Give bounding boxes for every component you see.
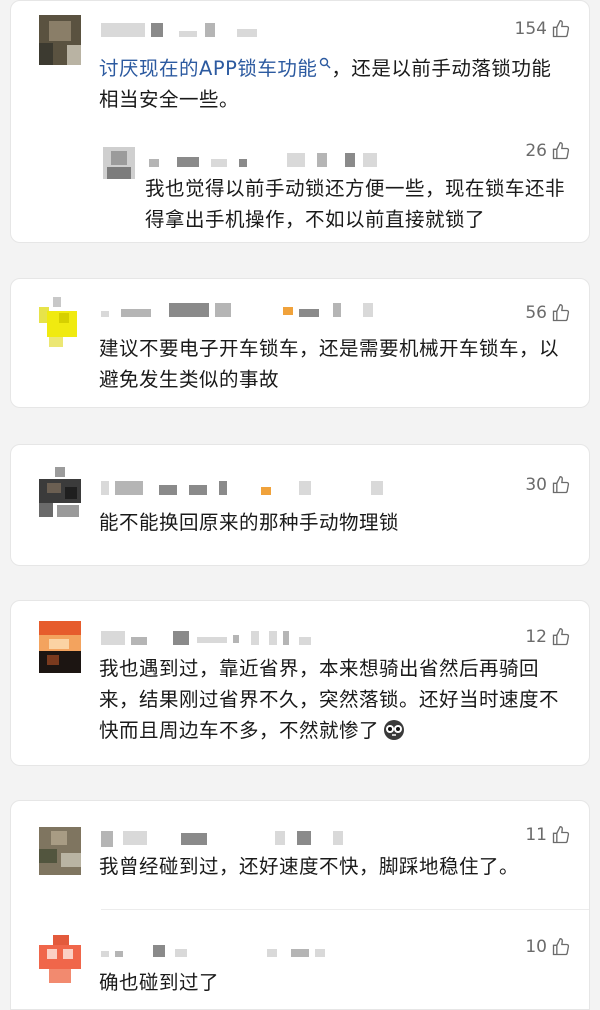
thumbs-up-icon — [552, 141, 570, 160]
like-button[interactable]: 10 — [525, 937, 571, 957]
like-button[interactable]: 12 — [525, 627, 571, 647]
avatar[interactable] — [39, 827, 81, 875]
like-count: 154 — [514, 19, 547, 39]
like-button[interactable]: 26 — [525, 141, 571, 161]
comment-card: 30 能不能换回原来的那种手动物理锁 — [10, 444, 590, 566]
comment-text: 我也遇到过，靠近省界，本来想骑出省然后再骑回来，结果刚过省界不久，突然落锁。还好… — [99, 657, 560, 742]
avatar[interactable] — [39, 15, 81, 65]
divider — [101, 909, 589, 910]
owl-face-emoji — [384, 720, 405, 740]
comment-text: 讨厌现在的APP锁车功能 ，还是以前手动落锁功能相当安全一些。 — [99, 57, 552, 111]
thumbs-up-icon — [552, 825, 570, 844]
like-count: 11 — [525, 825, 547, 845]
comment-text: 建议不要电子开车锁车，还是需要机械开车锁车，以避免发生类似的事故 — [99, 337, 560, 391]
comment-text: 能不能换回原来的那种手动物理锁 — [99, 511, 400, 534]
reply-text: 确也碰到过了 — [99, 971, 220, 994]
like-count: 12 — [525, 627, 547, 647]
avatar[interactable] — [39, 621, 81, 673]
like-count: 10 — [525, 937, 547, 957]
avatar[interactable] — [103, 147, 135, 179]
avatar[interactable] — [39, 935, 81, 985]
like-button[interactable]: 11 — [525, 825, 571, 845]
comment-text: 我曾经碰到过，还好速度不快，脚踩地稳住了。 — [99, 855, 520, 878]
thumbs-up-icon — [552, 627, 570, 646]
username-blurred[interactable] — [101, 831, 401, 847]
comment-card: 11 我曾经碰到过，还好速度不快，脚踩地稳住了。 10 确也碰到过了 — [10, 800, 590, 1010]
thumbs-up-icon — [552, 19, 570, 38]
like-count: 26 — [525, 141, 547, 161]
username-blurred[interactable] — [101, 631, 401, 647]
username-blurred[interactable] — [101, 23, 301, 39]
reply-text: 我也觉得以前手动锁还方便一些，现在锁车还非得拿出手机操作，不如以前直接就锁了 — [145, 177, 566, 231]
thumbs-up-icon — [552, 303, 570, 322]
thumbs-up-icon — [552, 475, 570, 494]
username-blurred[interactable] — [149, 153, 389, 169]
thumbs-up-icon — [552, 937, 570, 956]
username-blurred[interactable] — [101, 303, 381, 319]
comment-card: 12 我也遇到过，靠近省界，本来想骑出省然后再骑回来，结果刚过省界不久，突然落锁… — [10, 600, 590, 766]
comment-card: 56 建议不要电子开车锁车，还是需要机械开车锁车，以避免发生类似的事故 — [10, 278, 590, 408]
comment-card: 154 讨厌现在的APP锁车功能 ，还是以前手动落锁功能相当安全一些。 26 我也… — [10, 0, 590, 243]
topic-link[interactable]: 讨厌现在的APP锁车功能 — [99, 57, 317, 80]
username-blurred[interactable] — [101, 481, 401, 497]
like-button[interactable]: 56 — [525, 303, 571, 323]
like-button[interactable]: 154 — [515, 19, 571, 39]
like-button[interactable]: 30 — [525, 475, 571, 495]
like-count: 56 — [525, 303, 547, 323]
avatar[interactable] — [39, 467, 81, 517]
search-icon[interactable] — [319, 57, 331, 69]
username-blurred[interactable] — [101, 943, 401, 959]
like-count: 30 — [525, 475, 547, 495]
avatar[interactable] — [39, 297, 81, 349]
